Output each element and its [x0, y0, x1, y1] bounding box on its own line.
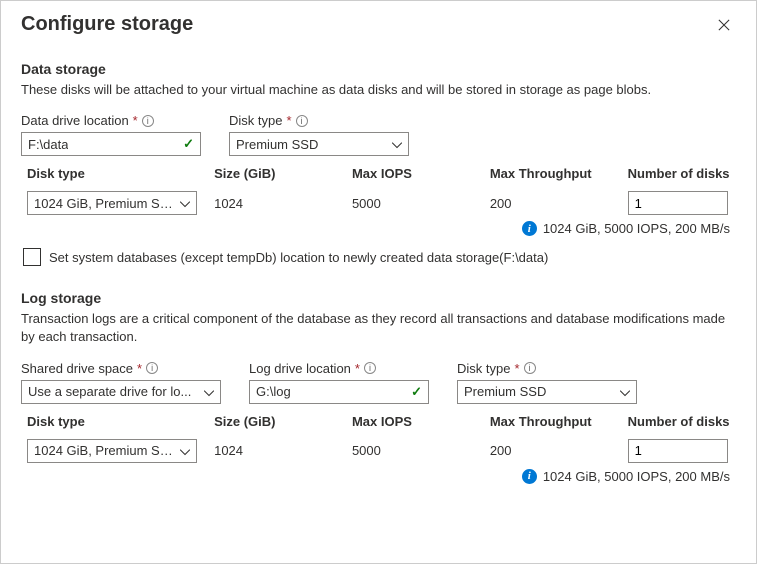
data-drive-location-select[interactable]: F:\data ✓ — [21, 132, 201, 156]
select-value: Use a separate drive for lo... — [28, 384, 191, 399]
system-db-checkbox-row: Set system databases (except tempDb) loc… — [21, 248, 736, 266]
data-disk-type-label: Disk type * i — [229, 113, 409, 128]
summary-text: 1024 GiB, 5000 IOPS, 200 MB/s — [543, 221, 730, 236]
system-db-checkbox-label: Set system databases (except tempDb) loc… — [49, 250, 548, 265]
data-storage-heading: Data storage — [21, 61, 736, 77]
select-value: 1024 GiB, Premium SSD... — [34, 196, 174, 211]
cell-size: 1024 — [214, 443, 352, 458]
num-disks-input[interactable] — [628, 191, 728, 215]
chevron-down-icon — [180, 196, 190, 211]
cell-disk-type: 1024 GiB, Premium SSD... — [27, 439, 214, 463]
cell-iops: 5000 — [352, 196, 490, 211]
required-asterisk: * — [286, 113, 291, 128]
log-drive-location-select[interactable]: G:\log ✓ — [249, 380, 429, 404]
log-storage-desc: Transaction logs are a critical componen… — [21, 310, 736, 346]
shared-drive-label: Shared drive space * i — [21, 361, 221, 376]
chevron-down-icon — [620, 384, 630, 399]
panel-header: Configure storage — [21, 13, 736, 37]
chevron-down-icon — [204, 384, 214, 399]
summary-text: 1024 GiB, 5000 IOPS, 200 MB/s — [543, 469, 730, 484]
label-text: Shared drive space — [21, 361, 133, 376]
data-drive-location-field: Data drive location * i F:\data ✓ — [21, 113, 201, 156]
table-header: Disk type Size (GiB) Max IOPS Max Throug… — [27, 414, 736, 435]
row-disk-type-select[interactable]: 1024 GiB, Premium SSD... — [27, 191, 197, 215]
system-db-checkbox[interactable] — [23, 248, 41, 266]
label-text: Disk type — [229, 113, 282, 128]
th-throughput: Max Throughput — [490, 414, 628, 429]
th-iops: Max IOPS — [352, 166, 490, 181]
log-storage-heading: Log storage — [21, 290, 736, 306]
required-asterisk: * — [137, 361, 142, 376]
th-size: Size (GiB) — [214, 166, 352, 181]
log-storage-summary: i 1024 GiB, 5000 IOPS, 200 MB/s — [21, 469, 736, 484]
panel-title: Configure storage — [21, 13, 193, 36]
shared-drive-select[interactable]: Use a separate drive for lo... — [21, 380, 221, 404]
log-disk-type-field: Disk type * i Premium SSD — [457, 361, 637, 404]
table-header: Disk type Size (GiB) Max IOPS Max Throug… — [27, 166, 736, 187]
cell-num-disks — [628, 191, 736, 215]
data-storage-fields: Data drive location * i F:\data ✓ Disk t… — [21, 113, 736, 156]
cell-num-disks — [628, 439, 736, 463]
table-row: 1024 GiB, Premium SSD... 1024 5000 200 — [27, 187, 736, 215]
shared-drive-field: Shared drive space * i Use a separate dr… — [21, 361, 221, 404]
label-text: Data drive location — [21, 113, 129, 128]
close-icon — [718, 18, 730, 32]
th-disk-type: Disk type — [27, 414, 214, 429]
info-icon[interactable]: i — [142, 115, 154, 127]
required-asterisk: * — [355, 361, 360, 376]
cell-iops: 5000 — [352, 443, 490, 458]
th-iops: Max IOPS — [352, 414, 490, 429]
info-icon[interactable]: i — [146, 362, 158, 374]
table-row: 1024 GiB, Premium SSD... 1024 5000 200 — [27, 435, 736, 463]
info-icon[interactable]: i — [524, 362, 536, 374]
th-num-disks: Number of disks — [628, 166, 736, 181]
log-storage-section: Log storage Transaction logs are a criti… — [21, 290, 736, 483]
cell-size: 1024 — [214, 196, 352, 211]
th-throughput: Max Throughput — [490, 166, 628, 181]
data-drive-location-label: Data drive location * i — [21, 113, 201, 128]
info-icon[interactable]: i — [364, 362, 376, 374]
data-storage-table: Disk type Size (GiB) Max IOPS Max Throug… — [21, 166, 736, 215]
select-value: 1024 GiB, Premium SSD... — [34, 443, 174, 458]
required-asterisk: * — [514, 361, 519, 376]
data-disk-type-field: Disk type * i Premium SSD — [229, 113, 409, 156]
select-value: G:\log — [256, 384, 291, 399]
check-icon: ✓ — [183, 136, 194, 152]
info-badge-icon: i — [522, 469, 537, 484]
th-num-disks: Number of disks — [628, 414, 736, 429]
data-storage-summary: i 1024 GiB, 5000 IOPS, 200 MB/s — [21, 221, 736, 236]
info-badge-icon: i — [522, 221, 537, 236]
log-drive-location-field: Log drive location * i G:\log ✓ — [249, 361, 429, 404]
info-icon[interactable]: i — [296, 115, 308, 127]
label-text: Log drive location — [249, 361, 351, 376]
data-disk-type-select[interactable]: Premium SSD — [229, 132, 409, 156]
log-storage-fields: Shared drive space * i Use a separate dr… — [21, 361, 736, 404]
select-value: Premium SSD — [236, 137, 318, 152]
check-icon: ✓ — [411, 384, 422, 400]
num-disks-input[interactable] — [628, 439, 728, 463]
configure-storage-panel: Configure storage Data storage These dis… — [1, 1, 756, 504]
data-storage-desc: These disks will be attached to your vir… — [21, 81, 736, 99]
chevron-down-icon — [392, 137, 402, 152]
select-value: F:\data — [28, 137, 68, 152]
chevron-down-icon — [180, 443, 190, 458]
cell-disk-type: 1024 GiB, Premium SSD... — [27, 191, 214, 215]
row-disk-type-select[interactable]: 1024 GiB, Premium SSD... — [27, 439, 197, 463]
required-asterisk: * — [133, 113, 138, 128]
close-button[interactable] — [712, 13, 736, 37]
th-size: Size (GiB) — [214, 414, 352, 429]
select-value: Premium SSD — [464, 384, 546, 399]
log-storage-table: Disk type Size (GiB) Max IOPS Max Throug… — [21, 414, 736, 463]
data-storage-section: Data storage These disks will be attache… — [21, 61, 736, 266]
cell-throughput: 200 — [490, 196, 628, 211]
log-disk-type-label: Disk type * i — [457, 361, 637, 376]
cell-throughput: 200 — [490, 443, 628, 458]
th-disk-type: Disk type — [27, 166, 214, 181]
log-disk-type-select[interactable]: Premium SSD — [457, 380, 637, 404]
label-text: Disk type — [457, 361, 510, 376]
log-drive-location-label: Log drive location * i — [249, 361, 429, 376]
